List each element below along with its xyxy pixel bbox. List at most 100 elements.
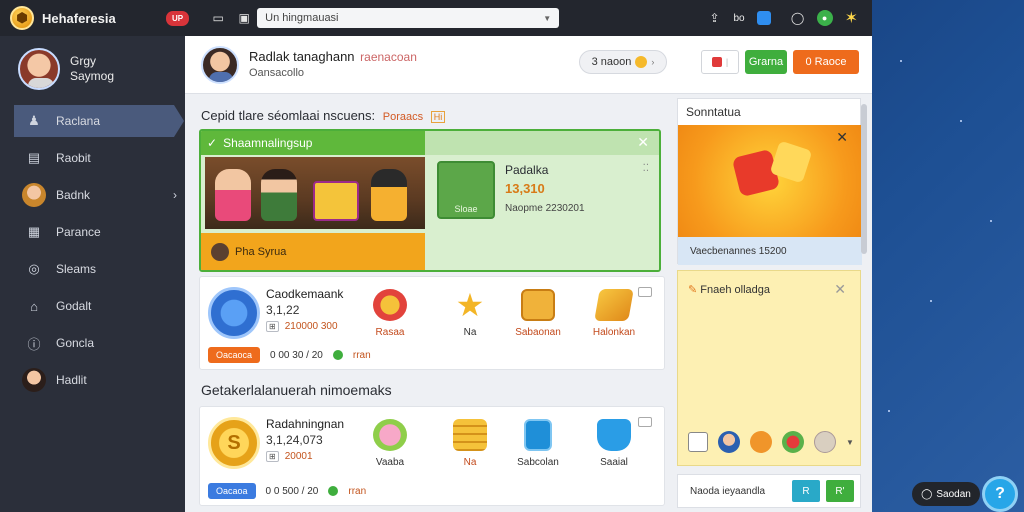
separator-icon: |	[725, 57, 729, 67]
card-icon	[524, 419, 552, 451]
reward-label: Rasaa	[375, 327, 405, 338]
avatar[interactable]	[201, 45, 239, 84]
flower-icon[interactable]	[782, 431, 804, 453]
pencil-icon: ✎	[688, 284, 698, 296]
character-image	[261, 169, 297, 221]
lock-icon[interactable]: ⇪	[707, 11, 721, 25]
user-name: Radlak tanaghann raenacoan	[249, 49, 417, 65]
reward-item[interactable]: Rasaa	[360, 289, 420, 338]
chat-icon[interactable]: ◯	[791, 11, 805, 25]
info-icon: ⓘ	[27, 336, 41, 352]
promo-artwork	[205, 157, 425, 229]
promo-footer: Pha Syrua	[201, 233, 425, 270]
reward-card[interactable]: Caodkemaank 3,1,22 ⊞ 210000 300 Rasaa ★ …	[199, 276, 665, 370]
avatar[interactable]	[18, 48, 60, 90]
section-tag: Poraacs	[382, 111, 424, 123]
reward-card[interactable]: S Radahningnan 3,1,24,073 ⊞ 20001 Vaaba …	[199, 406, 665, 506]
reward-item[interactable]: Sabaonan	[508, 289, 568, 338]
promo-banner[interactable]: ✓ Shaamnalingsup ✕ Pha Syrua Sloae Padal…	[199, 129, 661, 272]
top-bar: ⬢ Hehaferesia UP ▭ ▣ Un hingmauasi ▼ ⇪ b…	[0, 0, 872, 36]
reward-label: Sabcolan	[517, 457, 559, 468]
reward-item[interactable]: ★ Na	[440, 289, 500, 338]
more-icon[interactable]: ⁚⁚	[643, 163, 649, 174]
coin-balance-value: 3 naoon	[591, 56, 632, 68]
chevron-down-icon[interactable]: ▼	[543, 14, 551, 23]
chat-icon: ◯	[921, 488, 933, 500]
reward-item[interactable]: Vaaba	[360, 419, 420, 468]
sidebar-item-goncla[interactable]: ⓘ Goncla	[0, 327, 185, 359]
card-footer-text: 0 00 30 / 20	[270, 349, 323, 361]
promo-header-right: ✕	[425, 131, 659, 155]
chip-badge: ⊞	[266, 451, 279, 462]
grid-icon: ▦	[27, 224, 41, 239]
gift-box-icon[interactable]: Sloae	[437, 161, 495, 219]
coin-icon[interactable]	[750, 431, 772, 453]
attach-button[interactable]: R	[792, 480, 820, 502]
star-icon[interactable]: ✶	[845, 8, 858, 28]
checkbox-icon[interactable]	[688, 432, 708, 452]
chat-button-label: Saodan	[936, 488, 971, 500]
claim-button[interactable]: Oacaoa	[208, 483, 256, 499]
window-icon[interactable]: ▭	[211, 11, 225, 25]
green-action-button[interactable]: Grarna	[745, 50, 787, 74]
card-footer-tail: rran	[348, 485, 367, 497]
user-name-sub: raenacoan	[360, 49, 417, 64]
chevron-down-icon[interactable]: ▼	[846, 438, 854, 447]
reward-item[interactable]: Saaial	[584, 419, 644, 468]
sidebar-item-raclana[interactable]: ♟ Raclana	[14, 105, 184, 137]
app-logo-icon[interactable]: ⬢	[10, 6, 34, 30]
heart-icon	[373, 289, 407, 321]
card-footer-text: 0 0 500 / 20	[265, 485, 319, 497]
sidebar: Grgy Saymog ♟ Raclana ▤ Raobit Badnk › ▦…	[0, 36, 185, 512]
close-icon[interactable]: ✕	[834, 281, 846, 298]
topbar-actions: ⇪ bo ◯ ● ✶	[707, 0, 858, 36]
featured-card[interactable]: Sonntatua ✕ Vaecbenannes 15200	[677, 98, 862, 265]
search-input[interactable]: Un hingmauasi ▼	[257, 8, 560, 28]
scrollbar[interactable]	[861, 104, 867, 254]
promo-item-meta: Naopme 2230201	[505, 203, 585, 214]
sidebar-item-hadlit[interactable]: Hadlit	[0, 364, 185, 396]
send-button[interactable]: R'	[826, 480, 854, 502]
promo-header: ✓ Shaamnalingsup	[201, 131, 425, 155]
sidebar-item-badnk[interactable]: Badnk ›	[0, 179, 185, 211]
flag-button[interactable]: |	[701, 50, 739, 74]
sidebar-item-raobit[interactable]: ▤ Raobit	[0, 142, 185, 174]
sign-image	[313, 181, 359, 221]
close-icon[interactable]: ✕	[637, 134, 649, 151]
reward-item[interactable]: Na	[440, 419, 500, 468]
section-mini-badge: Hi	[430, 111, 446, 123]
expand-icon[interactable]	[638, 417, 652, 427]
profile-name: Grgy	[70, 54, 97, 68]
tab-icon[interactable]: ▣	[237, 11, 251, 25]
character-image	[215, 169, 251, 221]
sidebar-item-parance[interactable]: ▦ Parance	[0, 216, 185, 248]
help-button[interactable]: ?	[982, 476, 1018, 512]
chat-button[interactable]: ◯ Saodan	[912, 482, 980, 506]
claim-button[interactable]: Oacaoca	[208, 347, 261, 363]
friends-icon[interactable]: ●	[816, 10, 833, 26]
reward-label: Saaial	[600, 457, 628, 468]
profile[interactable]: Grgy Saymog	[0, 36, 185, 100]
sidebar-item-sleams[interactable]: ◎ Sleams	[0, 253, 185, 285]
coin-balance[interactable]: 3 naoon ›	[579, 50, 667, 74]
close-icon[interactable]: ✕	[836, 129, 848, 146]
gift-box-label: Sloae	[454, 204, 478, 214]
orange-action-button[interactable]: 0 Raoce	[793, 50, 859, 74]
reward-item[interactable]: Halonkan	[584, 289, 644, 338]
sidebar-item-godalt[interactable]: ⌂ Godalt	[0, 290, 185, 322]
section-title: Getakerlalanuerah nimoemaks	[201, 382, 392, 398]
app-title: Hehaferesia	[42, 10, 116, 26]
reward-item[interactable]: Sabcolan	[508, 419, 568, 468]
messages-icon[interactable]	[756, 11, 771, 25]
avatar-icon[interactable]	[718, 431, 740, 453]
flag-icon	[711, 57, 722, 67]
inbox-icon: ▤	[27, 150, 41, 165]
notification-badge[interactable]: UP	[166, 10, 190, 26]
compose-bar[interactable]: Naoda ieyaandla R R'	[677, 474, 861, 508]
chevron-right-icon[interactable]: ›	[173, 188, 177, 202]
gamepad-icon[interactable]	[814, 431, 836, 453]
avatar-icon	[211, 242, 229, 261]
sparkle	[990, 220, 992, 222]
expand-icon[interactable]	[638, 287, 652, 297]
ticket-icon	[521, 289, 555, 321]
